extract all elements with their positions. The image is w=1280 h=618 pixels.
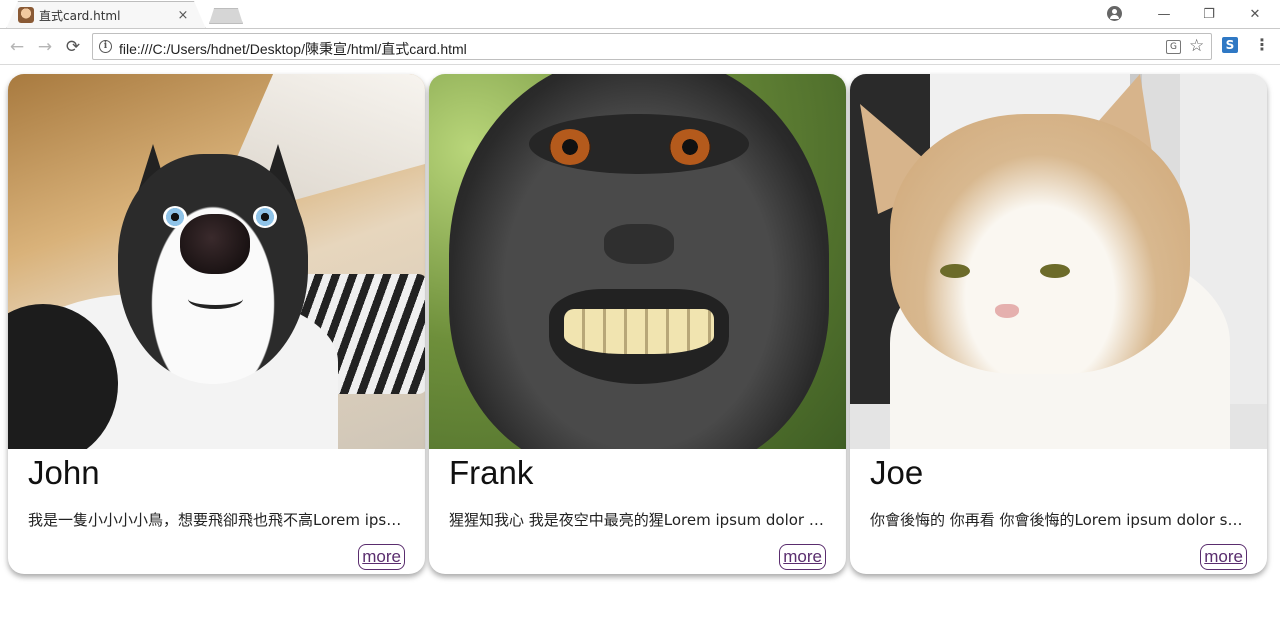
tab-content[interactable]: 直式card.html × [18,3,190,27]
card-frank: Frank 猩猩知我心 我是夜空中最亮的猩Lorem ipsum dolor s… [429,74,846,574]
restore-button[interactable]: ❐ [1186,0,1232,28]
more-button[interactable]: more [1200,544,1247,570]
back-icon[interactable]: ← [6,36,28,58]
favicon-icon [18,7,34,23]
card-title: Joe [870,454,924,491]
address-bar[interactable]: i file:///C:/Users/hdnet/Desktop/陳秉宣/htm… [92,33,1212,60]
tab-close-icon[interactable]: × [176,8,190,23]
more-button[interactable]: more [358,544,405,570]
forward-icon[interactable]: → [34,36,56,58]
cat-photo [850,74,1267,449]
reload-icon[interactable]: ⟳ [62,36,84,58]
monkey-photo [429,74,846,449]
close-window-button[interactable]: ✕ [1232,0,1278,28]
card-description: 你會後悔的 你再看 你會後悔的Lorem ipsum dolor sit ame… [870,511,1245,529]
bookmark-star-icon[interactable]: ☆ [1189,36,1204,56]
profile-icon[interactable] [1107,6,1122,21]
translate-icon[interactable]: G [1166,40,1181,54]
tab-strip: 直式card.html × — ❐ ✕ [0,0,1280,29]
more-button[interactable]: more [779,544,826,570]
extension-icon[interactable]: S [1222,37,1238,53]
page-content: John 我是一隻小小小小鳥，想要飛卻飛也飛不高Lorem ipsum dolo… [0,66,1280,618]
new-tab-button[interactable] [209,8,243,24]
browser-toolbar: ← → ⟳ i file:///C:/Users/hdnet/Desktop/陳… [0,29,1280,65]
card-title: John [28,454,100,491]
tab-title: 直式card.html [39,8,121,23]
card-title: Frank [449,454,534,491]
info-icon[interactable]: i [99,40,112,53]
husky-photo [8,74,425,449]
card-description: 我是一隻小小小小鳥，想要飛卻飛也飛不高Lorem ipsum dolor sit… [28,511,403,529]
minimize-button[interactable]: — [1141,0,1187,28]
card-joe: Joe 你會後悔的 你再看 你會後悔的Lorem ipsum dolor sit… [850,74,1267,574]
card-description: 猩猩知我心 我是夜空中最亮的猩Lorem ipsum dolor sit ame… [449,511,824,529]
url-text[interactable]: file:///C:/Users/hdnet/Desktop/陳秉宣/html/… [119,39,467,59]
menu-icon[interactable]: ⋮ [1254,35,1270,54]
card-john: John 我是一隻小小小小鳥，想要飛卻飛也飛不高Lorem ipsum dolo… [8,74,425,574]
